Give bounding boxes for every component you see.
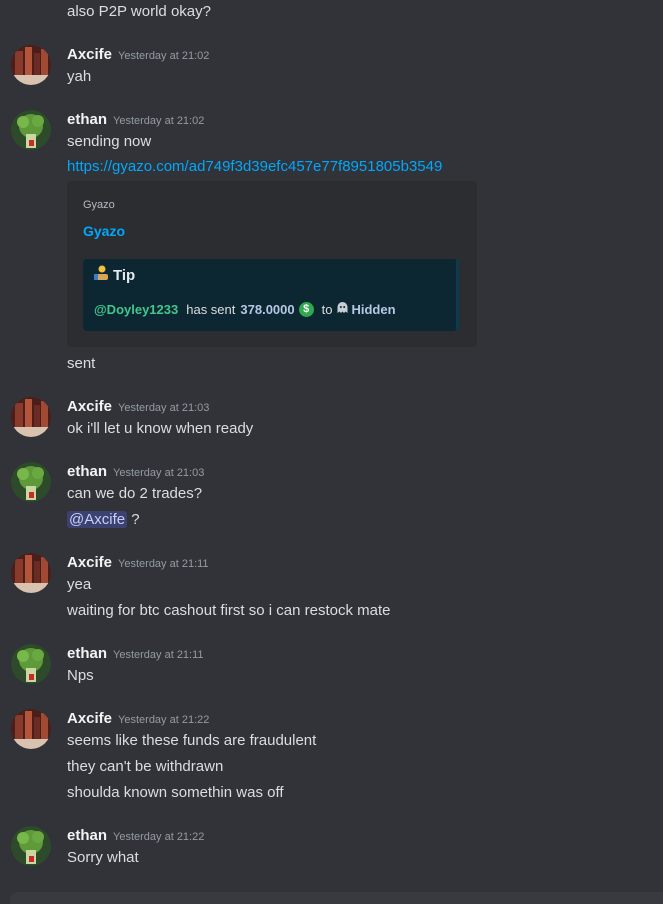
tip-hand-icon [93,265,109,285]
avatar-ethan[interactable] [11,826,51,866]
message-header: Axcife Yesterday at 21:02 [67,45,209,65]
message-text: shoulda known somethin was off [67,784,284,801]
timestamp[interactable]: Yesterday at 21:02 [113,115,204,127]
message-text: sending now [67,133,152,150]
message-text: ok i'll let u know when ready [67,420,254,437]
dollar-coin-icon: $ [298,301,314,317]
message-header: ethan Yesterday at 21:03 [67,462,204,482]
tip-title: Tip [113,266,136,284]
username[interactable]: Axcife [67,554,112,571]
username[interactable]: Axcife [67,398,112,415]
message-text: also P2P world okay? [67,3,211,20]
gyazo-link[interactable]: https://gyazo.com/ad749f3d39efc457e77f89… [67,158,442,175]
username[interactable]: Axcife [67,710,112,727]
timestamp[interactable]: Yesterday at 21:22 [118,714,209,726]
ghost-icon [336,301,349,317]
embed-provider[interactable]: Gyazo [83,199,115,211]
message-header: ethan Yesterday at 21:11 [67,644,204,664]
timestamp[interactable]: Yesterday at 21:02 [118,50,209,62]
message-header: ethan Yesterday at 21:22 [67,826,204,846]
message-header: Axcife Yesterday at 21:11 [67,553,209,573]
timestamp[interactable]: Yesterday at 21:11 [113,649,204,661]
tip-sender: @Doyley1233 [94,301,179,317]
username[interactable]: Axcife [67,46,112,63]
message-text: can we do 2 trades? [67,485,203,502]
avatar-axcife[interactable] [11,553,51,593]
tip-to: to [321,301,333,317]
message-text: they can't be withdrawn [67,758,224,775]
timestamp[interactable]: Yesterday at 21:03 [113,467,204,479]
username[interactable]: ethan [67,645,107,662]
avatar-axcife[interactable] [11,709,51,749]
username[interactable]: ethan [67,827,107,844]
message-text: yea [67,576,92,593]
message-text-after-mention: ? [131,511,140,528]
message-text: sent [67,355,96,372]
username[interactable]: ethan [67,463,107,480]
tip-body: @Doyley1233 has sent 378.0000 $ to Hidde… [94,301,396,317]
tip-image[interactable]: Tip @Doyley1233 has sent 378.0000 $ to H… [83,259,459,331]
avatar-ethan[interactable] [11,110,51,150]
link-embed: Gyazo Gyazo Tip @Doyley1233 has sent 378… [67,181,477,347]
message-header: Axcife Yesterday at 21:03 [67,397,209,417]
message-text: yah [67,68,92,85]
username[interactable]: ethan [67,111,107,128]
tip-amount: 378.0000 [240,301,295,317]
timestamp[interactable]: Yesterday at 21:22 [113,831,204,843]
avatar-axcife[interactable] [11,397,51,437]
message-text: waiting for btc cashout first so i can r… [67,602,391,619]
message-header: ethan Yesterday at 21:02 [67,110,204,130]
user-mention[interactable]: @Axcife [67,511,128,528]
message-input-bar[interactable] [10,892,663,904]
embed-title[interactable]: Gyazo [83,223,125,239]
message-text: https://gyazo.com/ad749f3d39efc457e77f89… [67,157,442,177]
avatar-ethan[interactable] [11,644,51,684]
tip-header: Tip [93,265,135,285]
tip-has-sent: has sent [186,301,236,317]
message-text: Sorry what [67,849,139,866]
message-header: Axcife Yesterday at 21:22 [67,709,209,729]
avatar-axcife[interactable] [11,45,51,85]
message-text: seems like these funds are fraudulent [67,732,317,749]
avatar-ethan[interactable] [11,462,51,502]
message-text: Nps [67,667,94,684]
tip-recipient: Hidden [351,301,396,317]
message-text: @Axcife ? [67,510,140,530]
timestamp[interactable]: Yesterday at 21:03 [118,402,209,414]
timestamp[interactable]: Yesterday at 21:11 [118,558,209,570]
chat-message-list: also P2P world okay? Axcife Yesterday at … [0,0,663,904]
